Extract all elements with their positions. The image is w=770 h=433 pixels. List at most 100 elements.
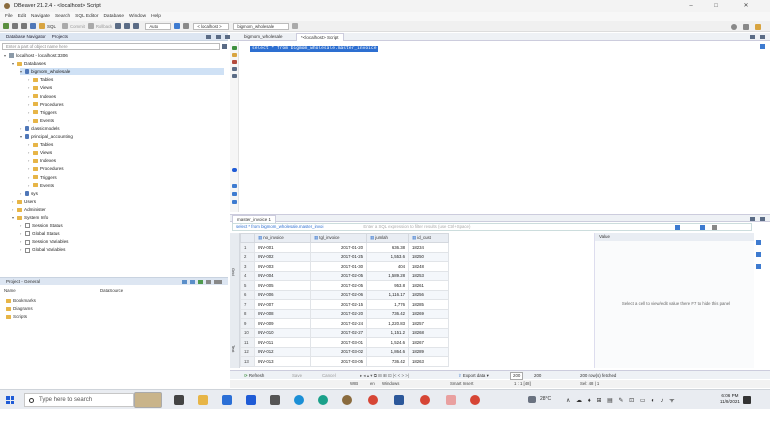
edge-icon[interactable] (318, 395, 328, 405)
table-row[interactable]: 5 INV-005 2017-02-05 953.8 18261 (240, 280, 449, 291)
results-filter-bar[interactable]: select * from bigmom_wholesale.master_in… (232, 223, 752, 231)
browser-icon[interactable] (470, 395, 480, 405)
table-cell[interactable]: 2017-03-02 (310, 346, 367, 357)
table-row[interactable]: 3 INV-003 2017-01-30 404 18248 (240, 261, 449, 272)
table-cell[interactable]: 2017-03-01 (310, 337, 367, 348)
word-icon[interactable] (394, 395, 404, 405)
table-cell[interactable]: 1,589.28 (366, 270, 409, 281)
table-cell[interactable]: 18268 (408, 327, 449, 338)
file-explorer-icon[interactable] (198, 395, 208, 405)
table-cell[interactable]: 1,524.6 (366, 337, 409, 348)
outline-icon[interactable] (760, 44, 765, 49)
filter-apply-icon[interactable] (675, 225, 680, 230)
tree-node[interactable]: › Events (28, 182, 224, 189)
table-row[interactable]: 7 INV-007 2017-02-15 1,776 18285 (240, 299, 449, 310)
fetch-size-input[interactable]: 200 (510, 372, 524, 380)
table-cell[interactable]: 18257 (408, 318, 449, 329)
project-item-scripts[interactable]: Scripts (6, 313, 27, 320)
taskbar-clock[interactable]: 6:06 PM 11/9/2021 (720, 393, 740, 405)
tree-node[interactable]: ▾ Databases (12, 60, 224, 67)
menu-help[interactable]: Help (151, 12, 161, 21)
commit-icon[interactable] (62, 23, 69, 29)
table-cell[interactable]: 2017-02-24 (310, 318, 367, 329)
tree-node[interactable]: › classicmodels (20, 125, 224, 132)
taskbar-search-input[interactable]: Type here to search (24, 393, 134, 407)
weather-icon[interactable] (528, 396, 536, 403)
row-number[interactable]: 1 (240, 242, 255, 253)
table-cell[interactable]: INV-003 (254, 261, 311, 272)
table-cell[interactable]: 1,116.17 (366, 289, 409, 300)
paint-icon[interactable] (446, 395, 456, 405)
execute-script-icon[interactable] (232, 53, 237, 57)
export-data-button[interactable]: ⇪ Export data ▾ (458, 371, 489, 380)
table-cell[interactable]: 18263 (408, 356, 449, 367)
tree-node[interactable]: › Procedures (28, 101, 224, 108)
table-cell[interactable]: 1,220.83 (366, 318, 409, 329)
table-cell[interactable]: 2017-02-06 (310, 289, 367, 300)
back-icon[interactable] (12, 23, 18, 29)
table-row[interactable]: 13 INV-013 2017-03-05 736.42 18263 (240, 356, 449, 367)
table-cell[interactable]: 18261 (408, 280, 449, 291)
tree-node[interactable]: ▾ localhost - localhost:3306 (4, 52, 224, 59)
minimize-panel-icon[interactable] (216, 35, 221, 39)
tree-node[interactable]: › Tables (28, 76, 224, 83)
table-row[interactable]: 6 INV-006 2017-02-06 1,116.17 18256 (240, 289, 449, 300)
minimize-button[interactable]: – (680, 0, 702, 12)
filter-clear-icon[interactable] (712, 225, 717, 230)
table-cell[interactable]: 1,553.6 (366, 251, 409, 262)
project-item-diagrams[interactable]: Diagrams (6, 305, 33, 312)
tree-node[interactable]: › Views (28, 84, 224, 91)
table-row[interactable]: 10 INV-010 2017-02-27 1,151.2 18268 (240, 327, 449, 338)
row-number[interactable]: 10 (240, 327, 255, 338)
table-cell[interactable]: 2017-02-20 (310, 308, 367, 319)
collapse-icon[interactable] (206, 35, 211, 39)
explain-plan-icon[interactable] (232, 60, 237, 64)
row-number[interactable]: 12 (240, 346, 255, 357)
table-cell[interactable]: 2017-02-05 (310, 270, 367, 281)
commit-button[interactable]: Commit (70, 24, 85, 29)
project-item-bookmarks[interactable]: Bookmarks (6, 297, 36, 304)
perspective-icon[interactable] (743, 24, 749, 30)
table-cell[interactable]: 2017-02-27 (310, 327, 367, 338)
tree-node[interactable]: ▾ System Info (12, 214, 224, 221)
dbeaver-app-icon[interactable] (342, 395, 352, 405)
connection-combo[interactable]: < localhost > (193, 22, 230, 30)
tree-node[interactable]: › Global Variables (20, 246, 224, 253)
new-connection-icon[interactable] (3, 23, 9, 29)
tree-node[interactable]: › Global Status (20, 230, 224, 237)
text-view-tab[interactable]: Text (231, 345, 236, 352)
tree-node[interactable]: › Session Variables (20, 238, 224, 245)
store-icon[interactable] (222, 395, 232, 405)
row-number[interactable]: 3 (240, 261, 255, 272)
table-cell[interactable]: 18234 (408, 242, 449, 253)
settings-icon[interactable] (124, 23, 131, 29)
table-row[interactable]: 2 INV-002 2017-01-25 1,553.6 18250 (240, 251, 449, 262)
table-cell[interactable]: INV-002 (254, 251, 311, 262)
sql-editor-text[interactable]: select * from bigmom_wholesale.master_in… (250, 46, 379, 52)
layout-icon[interactable] (232, 192, 237, 196)
sql-editor-icon[interactable] (39, 23, 45, 29)
chrome-alt-icon[interactable] (420, 395, 430, 405)
table-cell[interactable]: 18285 (408, 299, 449, 310)
menu-file[interactable]: File (5, 12, 13, 21)
row-number[interactable]: 6 (240, 289, 255, 300)
panels-icon[interactable] (756, 240, 761, 245)
panel-toggle-icon[interactable] (232, 184, 237, 188)
table-cell[interactable]: INV-012 (254, 346, 311, 357)
tree-node[interactable]: ▾ bigmom_wholesale (20, 68, 224, 76)
tree-node[interactable]: › Session Status (20, 222, 224, 229)
dropdown-icon[interactable] (292, 23, 299, 29)
filter-settings-icon[interactable] (222, 44, 227, 49)
tree-node[interactable]: › Procedures (28, 165, 224, 172)
table-cell[interactable]: 404 (366, 261, 409, 272)
tree-node[interactable]: › Triggers (28, 174, 224, 181)
tray-icons[interactable]: ∧ ☁ ♦ ⊞ ▤ ✎ ⊡ ▭ ◐ ♪ ᯤ (566, 396, 677, 404)
column-header-tgl-invoice[interactable]: ▦ tgl_invoice (310, 233, 367, 243)
metadata-icon[interactable] (756, 252, 761, 257)
grid-view-tab[interactable]: Grid (231, 268, 236, 276)
results-max-icon[interactable] (750, 217, 755, 221)
rollback-button[interactable]: Rollback (96, 24, 112, 29)
table-row[interactable]: 9 INV-009 2017-02-24 1,220.83 18257 (240, 318, 449, 329)
table-cell[interactable]: INV-005 (254, 280, 311, 291)
task-view-icon[interactable] (174, 395, 184, 405)
